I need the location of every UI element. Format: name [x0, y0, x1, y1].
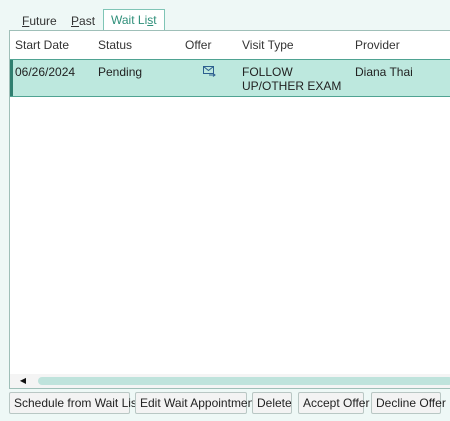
column-header-provider[interactable]: Provider	[355, 38, 400, 52]
edit-wait-appointment-button[interactable]: Edit Wait Appointment	[135, 392, 258, 414]
cell-provider: Diana Thai	[355, 65, 413, 79]
tab-wait-list-label-pre: Wait Li	[111, 13, 148, 27]
decline-offer-button[interactable]: Decline Offer	[371, 392, 446, 414]
scroll-thumb[interactable]	[38, 377, 450, 385]
appointment-tabs: Future Past Wait List	[0, 0, 450, 31]
table-row[interactable]: 06/26/2024 Pending FOLLOW UP/OTHER EXAM …	[10, 59, 450, 97]
column-header-start-date[interactable]: Start Date	[15, 38, 69, 52]
table-header: Start Date Status Offer Visit Type Provi…	[10, 31, 450, 59]
schedule-from-wait-list-button[interactable]: Schedule from Wait List	[9, 392, 140, 414]
cell-visit-type-line2: UP/OTHER EXAM	[242, 79, 342, 93]
cell-status: Pending	[98, 65, 143, 79]
accept-offer-button[interactable]: Accept Offer	[298, 392, 369, 414]
tab-future[interactable]: Future	[22, 12, 57, 30]
envelope-arrow-icon[interactable]	[203, 66, 216, 80]
cell-start-date: 06/26/2024	[15, 65, 76, 79]
horizontal-scrollbar[interactable]: ◀	[10, 374, 450, 388]
tab-past-label-post: ast	[79, 14, 96, 28]
wait-list-panel: Start Date Status Offer Visit Type Provi…	[9, 30, 450, 389]
tab-wait-list-label-post: t	[153, 13, 157, 27]
delete-button[interactable]: Delete	[252, 392, 292, 414]
cell-visit-type-line1: FOLLOW	[242, 65, 293, 79]
column-header-offer[interactable]: Offer	[185, 38, 211, 52]
column-header-status[interactable]: Status	[98, 38, 132, 52]
column-header-visit-type[interactable]: Visit Type	[242, 38, 294, 52]
scroll-left-arrow-icon[interactable]: ◀	[13, 376, 33, 386]
cell-visit-type: FOLLOW UP/OTHER EXAM	[242, 65, 341, 93]
tab-wait-list[interactable]: Wait List	[103, 9, 165, 31]
tab-future-label-post: uture	[29, 14, 57, 28]
row-selection-indicator	[10, 60, 13, 96]
tab-past[interactable]: Past	[71, 12, 95, 30]
tab-past-mnemonic: P	[71, 14, 80, 28]
